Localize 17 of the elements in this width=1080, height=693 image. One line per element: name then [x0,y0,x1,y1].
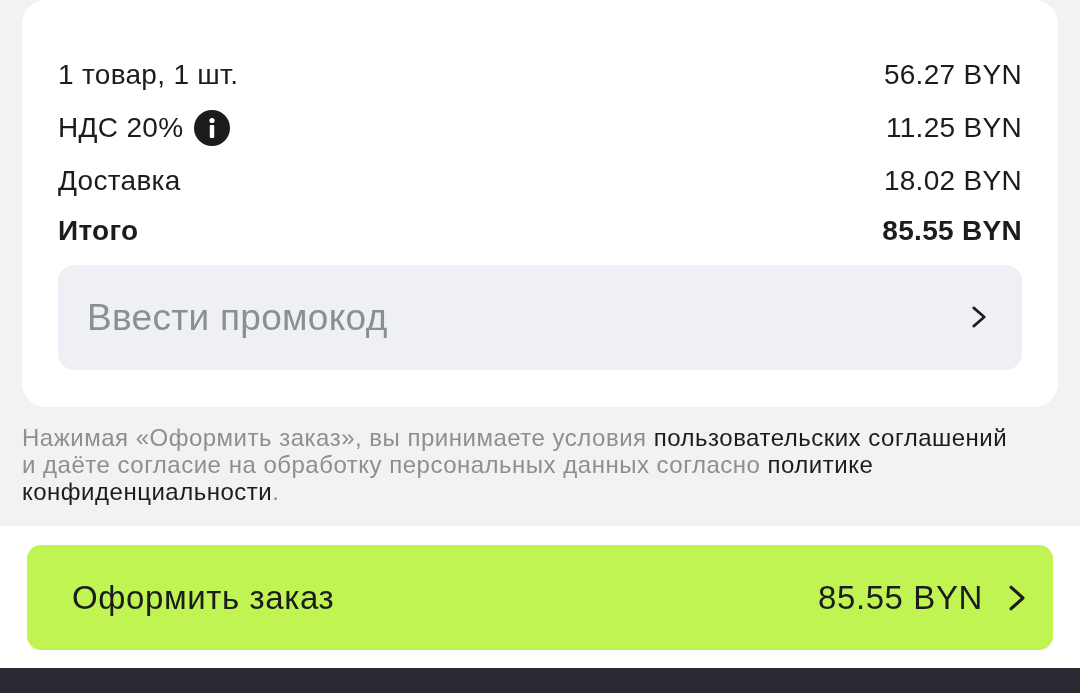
promo-code-field[interactable]: Ввести промокод [58,265,1022,370]
legal-notice: Нажимая «Оформить заказ», вы принимаете условия пользовательских соглашений и даёте согласие на обработку персональных данных согласно политике конфиденциальности. [22,424,1009,505]
summary-amount: 56.27 BYN [883,58,1022,91]
chevron-right-icon [1009,584,1025,611]
summary-amount: 18.02 BYN [883,164,1022,197]
summary-label: Доставка [58,164,181,197]
checkout-button[interactable]: Оформить заказ 85.55 BYN [27,545,1053,650]
legal-link[interactable]: пользовательских соглашений [653,424,1008,451]
summary-label: НДС 20% [58,111,184,144]
summary-label: 1 товар, 1 шт. [58,58,239,91]
legal-link[interactable]: конфиденциальности [22,478,273,505]
chevron-right-icon [972,306,986,328]
total-label: Итого [58,215,139,247]
info-icon[interactable] [194,109,231,146]
summary-amount: 11.25 BYN [885,111,1022,144]
total-amount: 85.55 BYN [882,215,1022,247]
legal-link[interactable]: политике [767,451,874,478]
